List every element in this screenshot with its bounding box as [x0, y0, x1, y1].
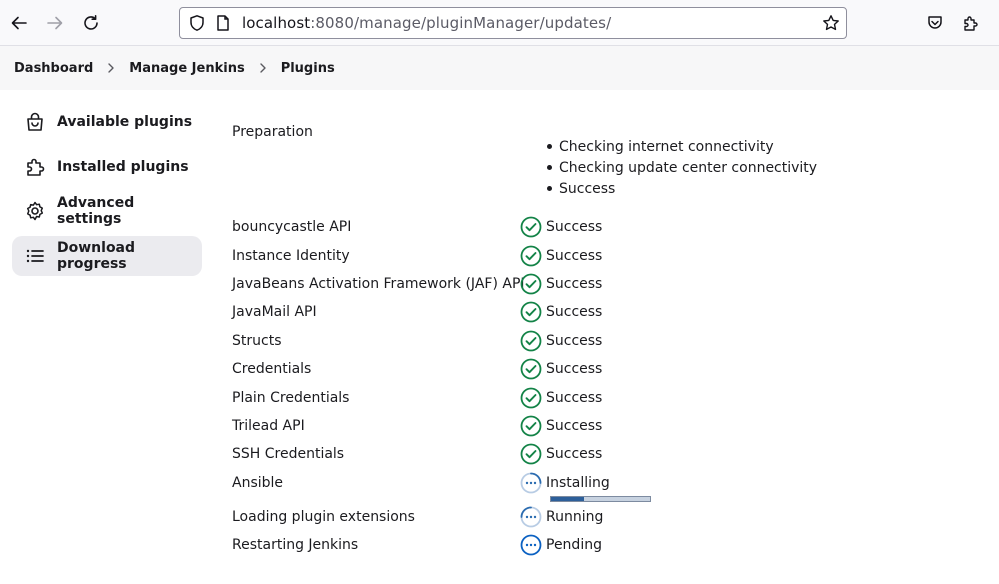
sidebar-item-label: Download progress: [57, 239, 136, 272]
status-pending: Pending: [520, 534, 602, 556]
reload-button[interactable]: [79, 11, 103, 35]
status-success: Success: [520, 301, 602, 323]
in-progress-icon: [520, 506, 542, 528]
preparation-steps: Checking internet connectivity Checking …: [547, 136, 817, 199]
url-bar[interactable]: localhost:8080/manage/pluginManager/upda…: [179, 7, 847, 39]
status-installing: Installing: [520, 472, 610, 494]
status-text: Success: [546, 390, 603, 406]
sidebar-item-installed-plugins[interactable]: Installed plugins: [12, 147, 202, 187]
chevron-right-icon: [245, 62, 281, 74]
forward-button[interactable]: [43, 11, 67, 35]
status-success: Success: [520, 330, 602, 352]
job-name: Instance Identity: [232, 248, 350, 264]
status-success: Success: [520, 443, 602, 465]
install-progress-bar: [550, 496, 651, 502]
check-circle-icon: [520, 358, 542, 380]
sidebar-item-label: Installed plugins: [57, 158, 189, 175]
list-item: Success: [547, 178, 817, 199]
url-text[interactable]: localhost:8080/manage/pluginManager/upda…: [242, 14, 611, 32]
status-text: Running: [546, 509, 604, 525]
status-success: Success: [520, 216, 602, 238]
status-text: Success: [546, 418, 603, 434]
check-circle-icon: [520, 387, 542, 409]
plugins-sidebar: Available plugins Installed plugins Adva…: [12, 102, 202, 280]
job-name: Loading plugin extensions: [232, 509, 415, 525]
sidebar-item-label: Available plugins: [57, 114, 193, 130]
url-host: localhost: [242, 14, 311, 32]
status-success: Success: [520, 387, 602, 409]
job-name: Trilead API: [232, 418, 305, 434]
arrow-right-icon: [47, 16, 63, 30]
puzzle-icon: [24, 156, 46, 178]
status-success: Success: [520, 415, 602, 437]
check-circle-icon: [520, 245, 542, 267]
sidebar-item-download-progress[interactable]: Download progress: [12, 235, 202, 276]
job-name: bouncycastle API: [232, 219, 352, 235]
status-success: Success: [520, 273, 602, 295]
sidebar-item-advanced-settings[interactable]: Advanced settings: [12, 191, 202, 231]
reload-icon: [84, 15, 98, 30]
check-circle-icon: [520, 273, 542, 295]
status-text: Success: [546, 333, 603, 349]
check-circle-icon: [520, 415, 542, 437]
status-text: Success: [546, 219, 603, 235]
shopping-bag-icon: [24, 111, 46, 133]
status-text: Success: [546, 276, 603, 292]
arrow-left-icon: [11, 16, 27, 30]
job-name: Credentials: [232, 361, 312, 377]
url-path: :8080/manage/pluginManager/updates/: [310, 14, 612, 32]
pocket-button[interactable]: [923, 11, 947, 35]
job-name: Ansible: [232, 475, 284, 491]
check-circle-icon: [520, 443, 542, 465]
status-running: Running: [520, 506, 603, 528]
status-text: Success: [546, 248, 603, 264]
pending-icon: [520, 534, 542, 556]
gear-icon: [24, 200, 46, 222]
shield-icon[interactable]: [188, 14, 206, 32]
extensions-button[interactable]: [959, 11, 983, 35]
job-name: JavaMail API: [232, 304, 317, 320]
list-item: Checking update center connectivity: [547, 157, 817, 178]
job-name: Structs: [232, 333, 282, 349]
status-text: Success: [546, 304, 603, 320]
status-text: Success: [546, 446, 603, 462]
status-success: Success: [520, 358, 602, 380]
pocket-icon: [928, 16, 942, 29]
progress-fill: [551, 497, 584, 501]
breadcrumb-manage-jenkins[interactable]: Manage Jenkins: [129, 61, 244, 76]
list-icon: [24, 245, 46, 267]
check-circle-icon: [520, 301, 542, 323]
check-circle-icon: [520, 330, 542, 352]
job-name: SSH Credentials: [232, 446, 345, 462]
sidebar-item-label: Advanced settings: [57, 195, 135, 227]
page-icon[interactable]: [214, 14, 232, 32]
status-text: Installing: [546, 475, 610, 491]
in-progress-icon: [520, 472, 542, 494]
job-name: Restarting Jenkins: [232, 537, 359, 553]
browser-toolbar: localhost:8080/manage/pluginManager/upda…: [0, 0, 999, 46]
breadcrumb: Dashboard Manage Jenkins Plugins: [0, 46, 999, 90]
status-text: Pending: [546, 537, 602, 553]
breadcrumb-plugins[interactable]: Plugins: [281, 61, 335, 76]
puzzle-extension-icon: [964, 16, 978, 31]
preparation-label: Preparation: [232, 124, 313, 140]
status-success: Success: [520, 245, 602, 267]
list-item: Checking internet connectivity: [547, 136, 817, 157]
breadcrumb-dashboard[interactable]: Dashboard: [14, 61, 93, 76]
check-circle-icon: [520, 216, 542, 238]
bookmark-star-icon[interactable]: [822, 14, 840, 32]
sidebar-item-available-plugins[interactable]: Available plugins: [12, 102, 202, 142]
job-name: JavaBeans Activation Framework (JAF) API: [232, 276, 525, 292]
chevron-right-icon: [93, 62, 129, 74]
back-button[interactable]: [7, 11, 31, 35]
job-name: Plain Credentials: [232, 390, 350, 406]
status-text: Success: [546, 361, 603, 377]
